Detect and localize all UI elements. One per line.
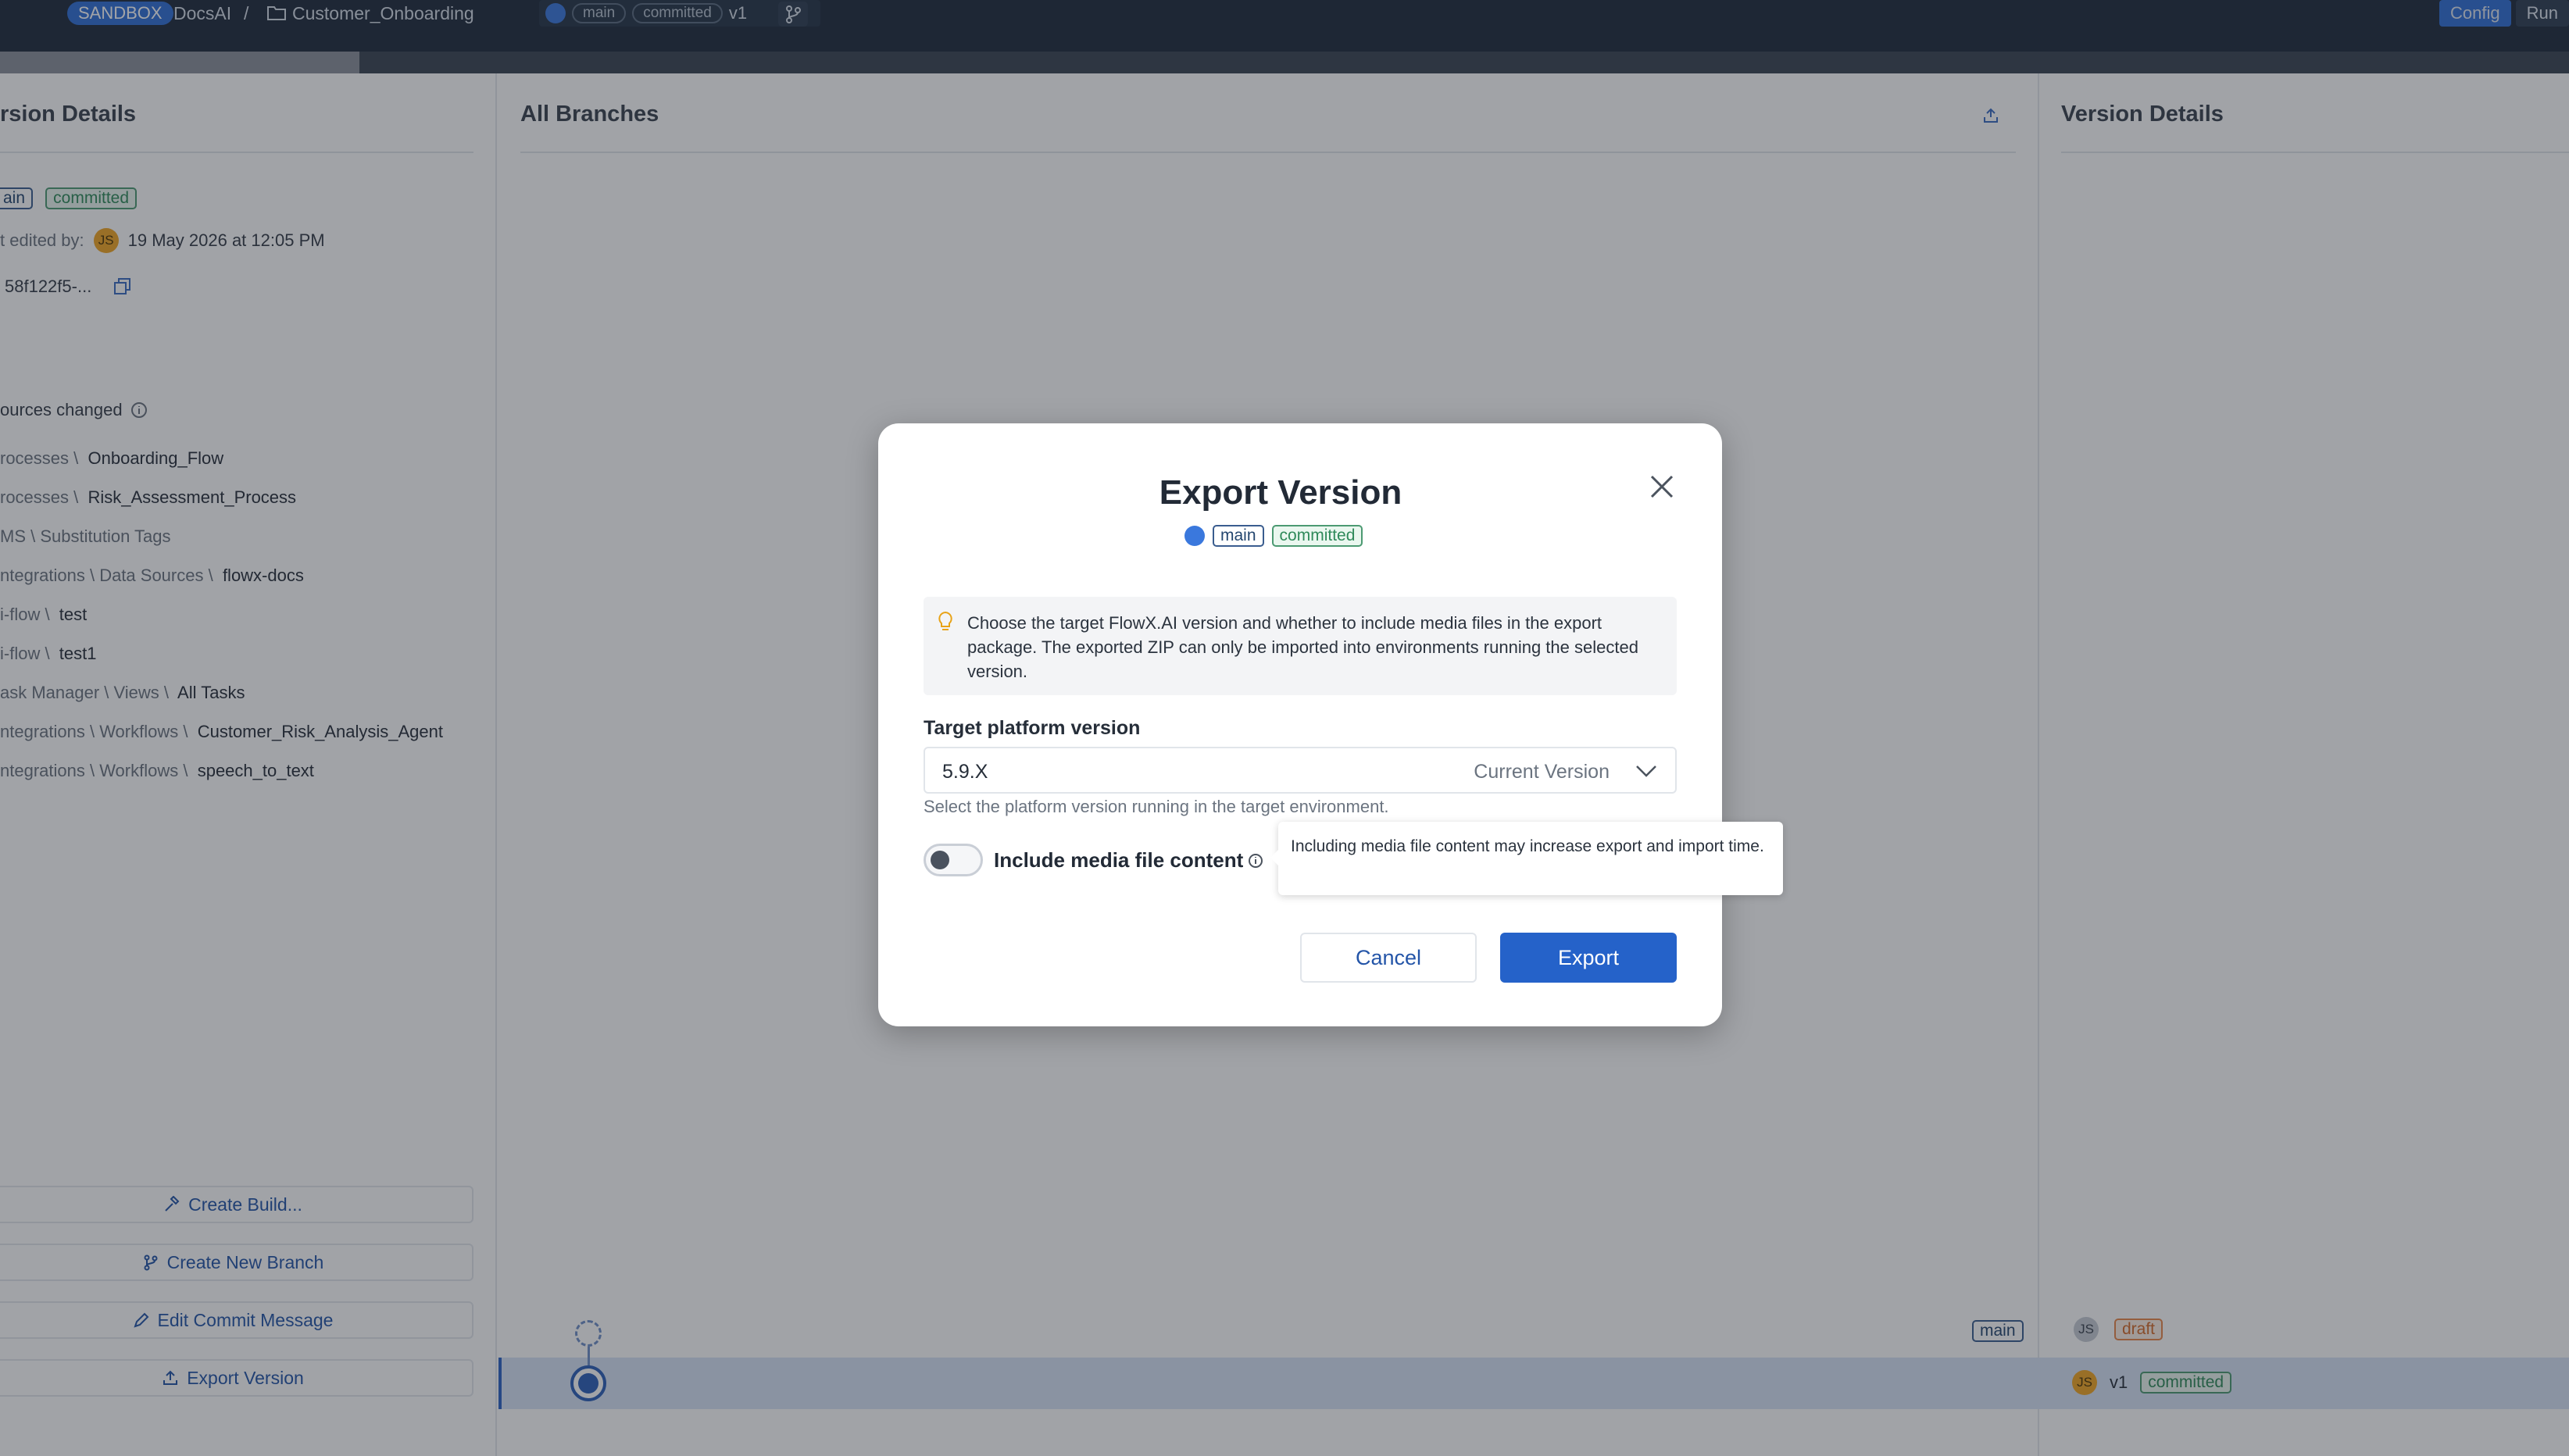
include-media-label: Include media file content	[994, 848, 1244, 872]
dialog-tags: main committed	[1184, 525, 1363, 547]
helper-text: Select the platform version running in t…	[924, 797, 1389, 816]
info-text: Choose the target FlowX.AI version and w…	[967, 613, 1638, 681]
chevron-down-icon	[1636, 765, 1656, 777]
toggle-knob	[931, 851, 949, 869]
include-media-toggle[interactable]	[924, 844, 983, 876]
export-version-dialog: Export Version main committed Choose the…	[878, 423, 1722, 1026]
dialog-title: Export Version	[1159, 473, 1402, 512]
status-tag: committed	[1271, 525, 1363, 547]
branch-color-dot	[1184, 526, 1205, 546]
media-tooltip: Including media file content may increas…	[1270, 822, 1783, 895]
target-platform-select[interactable]: 5.9.X Current Version	[924, 747, 1677, 794]
close-icon[interactable]	[1644, 469, 1680, 505]
select-hint: Current Version	[1474, 761, 1610, 783]
export-button[interactable]: Export	[1500, 933, 1677, 983]
info-icon[interactable]	[1247, 852, 1264, 869]
cancel-button[interactable]: Cancel	[1300, 933, 1477, 983]
lightbulb-icon	[938, 611, 952, 630]
target-platform-label: Target platform version	[924, 717, 1141, 739]
branch-tag: main	[1213, 525, 1264, 547]
info-box: Choose the target FlowX.AI version and w…	[924, 597, 1677, 695]
select-value: 5.9.X	[942, 761, 988, 783]
